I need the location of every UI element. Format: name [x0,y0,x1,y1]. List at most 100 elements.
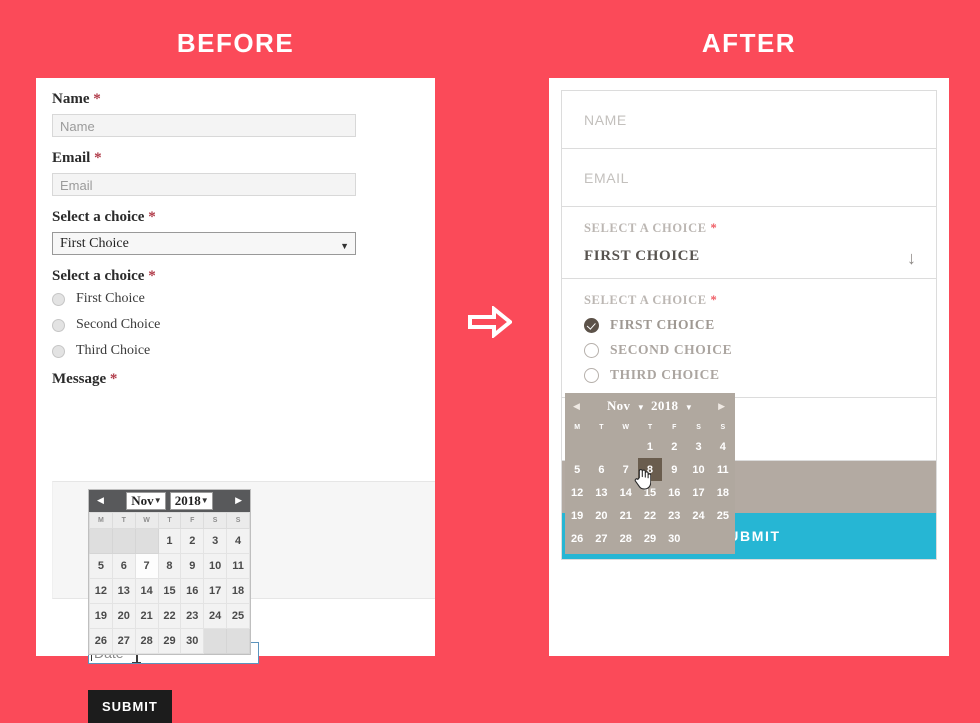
calendar-day-28[interactable]: 28 [134,628,159,654]
calendar-day-3[interactable]: 3 [203,528,228,554]
year-select[interactable]: 2018 ▼ [169,492,213,510]
calendar-day-25[interactable]: 25 [711,504,735,527]
calendar-day-12[interactable]: 12 [89,578,113,604]
calendar-day-20[interactable]: 20 [111,603,136,629]
calendar-day-21[interactable]: 21 [614,504,638,527]
calendar-day-10[interactable]: 10 [686,458,710,481]
calendar-day-8[interactable]: 8 [157,553,182,579]
required-marker: * [710,293,718,307]
calendar-day-3[interactable]: 3 [686,435,710,458]
calendar-day-14[interactable]: 14 [614,481,638,504]
radio-checked-icon[interactable] [584,317,599,333]
calendar-empty-cell [589,435,613,458]
calendar-day-14[interactable]: 14 [134,578,159,604]
name-input[interactable]: Name [52,114,356,137]
calendar-day-28[interactable]: 28 [614,527,638,550]
calendar-day-11[interactable]: 11 [711,458,735,481]
calendar-day-25[interactable]: 25 [226,603,250,629]
submit-button[interactable]: SUBMIT [88,690,172,723]
calendar-day-16[interactable]: 16 [662,481,686,504]
calendar-day-1[interactable]: 1 [638,435,662,458]
calendar-day-29[interactable]: 29 [638,527,662,550]
radio-circle-icon[interactable] [584,342,599,358]
calendar-day-23[interactable]: 23 [662,504,686,527]
calendar-day-15[interactable]: 15 [157,578,182,604]
after-choice-select[interactable]: SELECT A CHOICE * FIRST CHOICE ↓ [562,207,936,279]
calendar-day-5[interactable]: 5 [565,458,589,481]
radio-circle-icon[interactable] [584,367,599,383]
calendar-day-9[interactable]: 9 [662,458,686,481]
email-input[interactable]: Email [52,173,356,196]
calendar-day-13[interactable]: 13 [589,481,613,504]
next-month-icon[interactable]: ▶ [235,495,242,506]
calendar-day-8[interactable]: 8 [637,458,663,481]
calendar-day-26[interactable]: 26 [565,527,589,550]
calendar-day-27[interactable]: 27 [111,628,136,654]
after-name-input[interactable]: NAME [562,91,936,149]
month-select[interactable]: Nov ▼ [126,492,166,510]
calendar-day-21[interactable]: 21 [134,603,159,629]
choice-select[interactable]: First Choice ▼ [52,232,356,255]
required-marker: * [710,221,718,235]
radio-option-second[interactable]: Second Choice [52,317,419,333]
calendar-day-5[interactable]: 5 [89,553,113,579]
calendar-day-12[interactable]: 12 [565,481,589,504]
after-year-select[interactable]: 2018 ▼ [651,398,693,414]
radio-circle-icon[interactable] [52,292,65,306]
calendar-day-6[interactable]: 6 [589,458,613,481]
calendar-day-16[interactable]: 16 [180,578,205,604]
next-month-icon[interactable]: ▶ [718,401,725,412]
calendar-day-1[interactable]: 1 [157,528,182,554]
calendar-day-4[interactable]: 4 [226,528,250,554]
calendar-day-30[interactable]: 30 [662,527,686,550]
after-datepicker[interactable]: ◀ Nov ▼ 2018 ▼ ▶ MTWTFSS 1 2 3 4 5 6 7 8 9 10 11 12… [565,393,735,554]
calendar-day-13[interactable]: 13 [111,578,136,604]
calendar-day-17[interactable]: 17 [686,481,710,504]
calendar-day-24[interactable]: 24 [686,504,710,527]
after-radio-option-second[interactable]: SECOND CHOICE [584,342,914,358]
datepicker-grid: MTWTFSS 1 2 3 4 5 6 7 8 9 10 11 12 13 14 15 16 17 18 19 20 2… [89,512,250,654]
calendar-day-7[interactable]: 7 [614,458,638,481]
calendar-day-10[interactable]: 10 [203,553,228,579]
calendar-day-20[interactable]: 20 [589,504,613,527]
after-radio-option-first[interactable]: FIRST CHOICE [584,317,914,333]
weekday-header: M [574,423,581,431]
calendar-day-18[interactable]: 18 [226,578,250,604]
radio-group-label-text: Select a choice [52,268,145,284]
radio-option-third[interactable]: Third Choice [52,343,419,359]
arrow-down-icon[interactable]: ↓ [907,249,916,267]
radio-option-label: Third Choice [76,343,151,358]
prev-month-icon[interactable]: ◀ [97,495,104,506]
calendar-day-19[interactable]: 19 [89,603,113,629]
after-email-input[interactable]: EMAIL [562,149,936,207]
after-radio-option-label: SECOND CHOICE [610,342,733,357]
radio-option-label: Second Choice [76,317,161,332]
radio-circle-icon[interactable] [52,318,65,332]
radio-option-first[interactable]: First Choice [52,291,419,307]
calendar-day-18[interactable]: 18 [711,481,735,504]
calendar-day-15[interactable]: 15 [638,481,662,504]
calendar-day-29[interactable]: 29 [157,628,182,654]
calendar-day-22[interactable]: 22 [157,603,182,629]
calendar-day-2[interactable]: 2 [662,435,686,458]
calendar-day-24[interactable]: 24 [203,603,228,629]
required-marker: * [94,150,102,166]
calendar-day-2[interactable]: 2 [180,528,205,554]
calendar-day-6[interactable]: 6 [111,553,136,579]
radio-circle-icon[interactable] [52,344,65,358]
after-radio-option-third[interactable]: THIRD CHOICE [584,367,914,383]
calendar-day-17[interactable]: 17 [203,578,228,604]
calendar-day-9[interactable]: 9 [180,553,205,579]
before-datepicker[interactable]: ◀ Nov ▼ 2018 ▼ ▶ MTWTFSS 1 2 3 4 5 6 7 8 9 10 11 12… [88,489,251,655]
calendar-day-26[interactable]: 26 [89,628,113,654]
calendar-day-4[interactable]: 4 [711,435,735,458]
calendar-day-22[interactable]: 22 [638,504,662,527]
calendar-day-30[interactable]: 30 [180,628,205,654]
calendar-day-19[interactable]: 19 [565,504,589,527]
calendar-day-7[interactable]: 7 [134,553,159,579]
after-month-select[interactable]: Nov ▼ [607,398,645,414]
calendar-day-23[interactable]: 23 [180,603,205,629]
calendar-day-27[interactable]: 27 [589,527,613,550]
calendar-day-11[interactable]: 11 [226,553,250,579]
prev-month-icon[interactable]: ◀ [573,401,580,412]
